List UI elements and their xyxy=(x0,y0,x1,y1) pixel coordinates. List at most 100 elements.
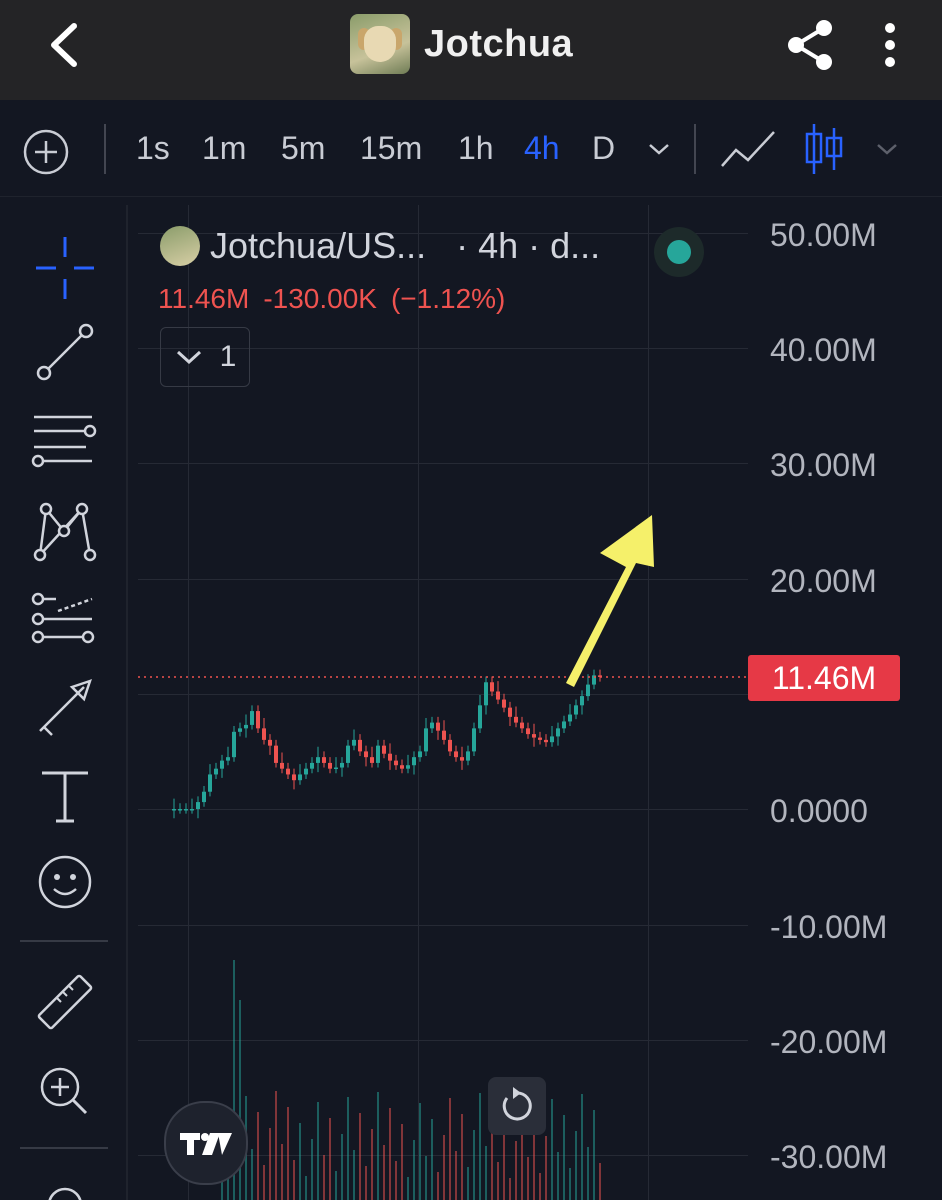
text-tool-icon[interactable] xyxy=(30,761,100,831)
candles-icon[interactable] xyxy=(804,122,844,176)
volume-bar xyxy=(323,1155,325,1200)
volume-bar xyxy=(281,1144,283,1200)
candle-body xyxy=(538,737,542,740)
candle-body xyxy=(514,716,518,723)
ruler-icon[interactable] xyxy=(30,967,100,1037)
symbol-legend[interactable]: Jotchua/US... · 4h · d... xyxy=(160,225,600,267)
tradingview-logo-icon xyxy=(180,1133,232,1155)
volume-bar xyxy=(593,1110,595,1200)
candle-body xyxy=(364,751,368,758)
volume-bar xyxy=(257,1112,259,1200)
candle-body xyxy=(388,753,392,761)
candle-body xyxy=(370,757,374,763)
timeframe-dropdown-icon[interactable] xyxy=(646,140,672,158)
reset-icon xyxy=(502,1087,532,1121)
volume-bar xyxy=(347,1097,349,1200)
timeframe-5m[interactable]: 5m xyxy=(281,130,325,167)
candle-body xyxy=(382,745,386,754)
timeframe-1h[interactable]: 1h xyxy=(458,130,494,167)
volume-bar xyxy=(353,1150,355,1200)
volume-bar xyxy=(275,1091,277,1200)
share-icon[interactable] xyxy=(784,18,836,72)
volume-bar xyxy=(581,1094,583,1200)
candle-body xyxy=(532,734,536,738)
candle-body xyxy=(460,757,464,761)
volume-bar xyxy=(431,1119,433,1200)
candle-body xyxy=(526,728,530,735)
emoji-icon[interactable] xyxy=(30,847,100,917)
timeframe-1m[interactable]: 1m xyxy=(202,130,246,167)
timeframe-15m[interactable]: 15m xyxy=(360,130,422,167)
indicators-collapse-button[interactable]: 1 xyxy=(160,327,250,387)
candle-body xyxy=(562,721,566,729)
volume-bar xyxy=(335,1171,337,1200)
indicator-count: 1 xyxy=(219,340,237,373)
volume-bar xyxy=(455,1151,457,1200)
volume-bar xyxy=(317,1102,319,1200)
volume-bar xyxy=(299,1123,301,1200)
candle-body xyxy=(544,739,548,743)
price-change-line: 11.46M -130.00K (−1.12%) xyxy=(158,283,505,315)
candle-body xyxy=(586,684,590,697)
volume-bar xyxy=(269,1128,271,1200)
legend-symbol: Jotchua/US... xyxy=(210,225,427,266)
crosshair-icon[interactable] xyxy=(30,233,100,303)
volume-bar xyxy=(377,1092,379,1200)
line-chart-icon[interactable] xyxy=(720,126,776,174)
app-header: Jotchua xyxy=(0,0,942,100)
timeframe-d[interactable]: D xyxy=(592,130,615,167)
volume-bar xyxy=(551,1099,553,1200)
chart-type-dropdown-icon[interactable] xyxy=(874,140,900,158)
volume-bar xyxy=(407,1177,409,1200)
candle-body xyxy=(490,682,494,692)
candle-body xyxy=(376,745,380,763)
volume-bar xyxy=(413,1140,415,1200)
candle-body xyxy=(226,757,230,761)
candle-body xyxy=(436,722,440,731)
y-axis-label: 0.0000 xyxy=(770,793,868,829)
y-axis-label: 20.00M xyxy=(770,563,877,599)
candle-body xyxy=(214,768,218,775)
toolbar-divider xyxy=(694,124,696,174)
last-price: 11.46M xyxy=(158,283,250,314)
candle-body xyxy=(472,728,476,752)
pattern-icon[interactable] xyxy=(30,495,100,565)
zoom-in-icon[interactable] xyxy=(30,1057,100,1127)
candle-body xyxy=(274,745,278,763)
candle-body xyxy=(178,809,182,811)
volume-bar xyxy=(545,1136,547,1200)
market-status-dot[interactable] xyxy=(654,227,704,277)
volume-bar xyxy=(443,1135,445,1200)
brush-arrow-icon[interactable] xyxy=(30,671,100,741)
candle-body xyxy=(484,682,488,706)
candle-body xyxy=(454,751,458,758)
volume-bar xyxy=(563,1115,565,1200)
candle-body xyxy=(430,722,434,729)
chart-pane[interactable]: 50.00M 40.00M 30.00M 20.00M 0.0000 -10.0… xyxy=(138,205,942,1200)
legend-avatar xyxy=(160,226,200,266)
fib-retracement-icon[interactable] xyxy=(30,405,100,475)
tradingview-logo[interactable] xyxy=(164,1101,248,1185)
volume-bar xyxy=(383,1145,385,1200)
more-options-icon[interactable] xyxy=(878,22,902,68)
header-title-group[interactable]: Jotchua xyxy=(350,14,573,74)
y-axis-label: -30.00M xyxy=(770,1139,888,1175)
timeframe-4h[interactable]: 4h xyxy=(524,130,560,167)
forecast-icon[interactable] xyxy=(30,585,100,655)
candle-body xyxy=(322,757,326,763)
add-symbol-icon[interactable] xyxy=(22,128,70,176)
reset-chart-button[interactable] xyxy=(488,1077,546,1135)
trend-line-icon[interactable] xyxy=(30,317,100,387)
magnet-icon[interactable] xyxy=(30,1175,100,1200)
volume-bar xyxy=(341,1134,343,1200)
volume-bar xyxy=(485,1146,487,1200)
candle-body xyxy=(502,699,506,708)
back-arrow-icon[interactable] xyxy=(40,20,90,70)
volume-bar xyxy=(389,1108,391,1200)
candle-body xyxy=(394,760,398,766)
candle-body xyxy=(406,765,410,769)
timeframe-1s[interactable]: 1s xyxy=(136,130,170,167)
candle-body xyxy=(184,809,188,811)
volume-bar xyxy=(425,1156,427,1200)
y-axis-label: 40.00M xyxy=(770,332,877,368)
